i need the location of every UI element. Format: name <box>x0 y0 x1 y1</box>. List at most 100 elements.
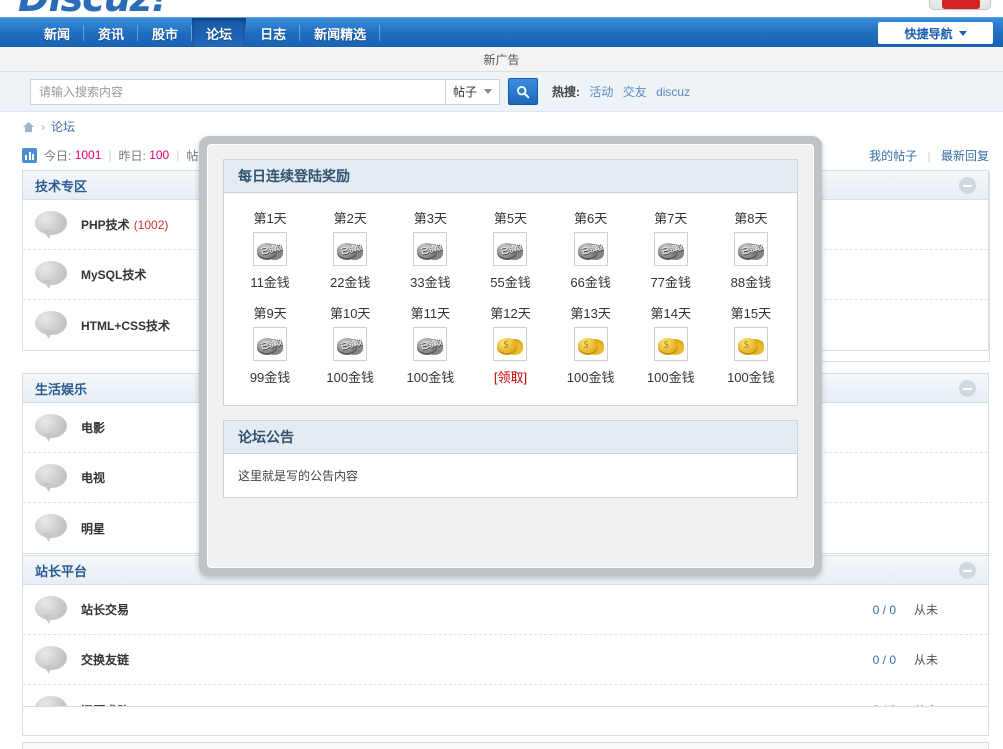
forum-row[interactable]: 站长交易 0 / 0 从未 <box>23 585 988 635</box>
reward-day-cell[interactable]: 第15天 $100金钱 <box>711 298 791 393</box>
gold-coin-icon[interactable]: $ <box>733 327 768 361</box>
nav-item-forum[interactable]: 论坛 <box>192 18 247 48</box>
home-icon[interactable] <box>22 121 35 133</box>
reward-day-label: 第9天 <box>253 306 287 321</box>
breadcrumb-current[interactable]: 论坛 <box>51 118 75 135</box>
reward-day-label: 第3天 <box>413 211 447 226</box>
daily-reward-modal: 每日连续登陆奖励 第1天 已领取 11金钱 第2天 已领取 22金钱 第3天 已领取 33金钱第… <box>199 136 822 576</box>
nav-label: 日志 <box>260 26 287 42</box>
quick-nav-label: 快捷导航 <box>904 26 953 41</box>
nav-item-info[interactable]: 资讯 <box>84 18 139 48</box>
reward-grid-body: 第1天 已领取 11金钱 第2天 已领取 22金钱 第3天 已领取 33金钱 第5天 已领取 55金钱… <box>224 193 797 405</box>
reward-day-label: 第13天 <box>570 306 611 321</box>
forum-avatar-icon <box>35 311 69 339</box>
notice-panel-header: 论坛公告 <box>224 421 797 454</box>
gold-coin-icon[interactable]: $ <box>493 327 528 361</box>
forum-block-title: 技术专区 <box>35 178 88 194</box>
chevron-down-icon <box>484 89 492 94</box>
reward-amount: 100金钱 <box>406 370 455 385</box>
collapse-icon[interactable] <box>959 176 976 194</box>
chevron-down-icon <box>958 30 967 36</box>
reward-day-cell[interactable]: 第11天 已领取 100金钱 <box>390 298 470 393</box>
forum-new-count: (1002) <box>133 218 169 232</box>
stats-yesterday-label: 昨日: <box>118 148 146 163</box>
forum-name[interactable]: 电视 <box>81 469 105 486</box>
reward-day-cell[interactable]: 第5天 已领取 55金钱 <box>470 203 550 298</box>
nav-label: 新闻 <box>44 26 71 42</box>
forum-avatar-icon <box>35 514 69 542</box>
forum-row[interactable]: 交换友链 0 / 0 从未 <box>23 635 988 685</box>
reward-day-cell[interactable]: 第1天 已领取 11金钱 <box>230 203 310 298</box>
notice-panel: 论坛公告 这里就是写的公告内容 <box>223 420 798 498</box>
chart-icon <box>22 147 37 163</box>
search-input[interactable]: 请输入搜索内容 <box>30 78 445 105</box>
claimed-coin-icon: 已领取 <box>413 232 448 266</box>
latest-replies-link[interactable]: 最新回复 <box>941 149 989 163</box>
nav-label: 股市 <box>152 26 179 42</box>
nav-item-stocks[interactable]: 股市 <box>138 18 193 48</box>
reward-day-cell[interactable]: 第14天 $100金钱 <box>631 298 711 393</box>
reward-day-label: 第14天 <box>650 306 691 321</box>
claimed-coin-icon: 已领取 <box>333 232 368 266</box>
gold-coin-icon[interactable]: $ <box>573 327 608 361</box>
forum-last-post: 从未 <box>914 653 939 667</box>
reward-day-cell[interactable]: 第2天 已领取 22金钱 <box>310 203 390 298</box>
reward-day-cell[interactable]: 第6天 已领取 66金钱 <box>551 203 631 298</box>
hot-search-label: 热搜: <box>552 85 580 99</box>
forum-name[interactable]: 站长交易 <box>81 601 129 618</box>
ad-banner-text: 新广告 <box>483 52 520 67</box>
site-logo[interactable]: Discuz! <box>18 0 168 17</box>
reward-day-cell[interactable]: 第13天 $100金钱 <box>551 298 631 393</box>
nav-item-blog[interactable]: 日志 <box>246 18 301 48</box>
claim-link[interactable]: [领取] <box>494 367 527 386</box>
claimed-coin-icon: 已领取 <box>573 232 608 266</box>
forum-avatar-icon <box>35 463 69 492</box>
reward-day-cell[interactable]: 第10天 已领取 100金钱 <box>310 298 390 393</box>
hot-search-item-0[interactable]: 活动 <box>589 85 613 99</box>
reward-day-label: 第12天 <box>490 306 531 321</box>
reward-day-label: 第1天 <box>253 211 287 226</box>
forum-name[interactable]: MySQL技术 <box>81 266 146 283</box>
reward-day-label: 第5天 <box>493 211 528 226</box>
forum-avatar-icon <box>35 645 69 674</box>
collapse-icon[interactable] <box>959 561 976 579</box>
reward-day-cell[interactable]: 第12天 $ [领取] <box>470 298 550 393</box>
forum-name-text: MySQL技术 <box>81 268 147 282</box>
reward-day-cell[interactable]: 第8天 已领取 88金钱 <box>711 203 791 298</box>
nav-item-news[interactable]: 新闻 <box>30 18 85 48</box>
forum-name[interactable]: PHP技术 (1002) <box>81 216 168 233</box>
quick-nav-button[interactable]: 快捷导航 <box>878 22 993 44</box>
claimed-coin-icon: 已领取 <box>253 327 288 361</box>
search-icon <box>517 85 530 98</box>
forum-name[interactable]: 交换友链 <box>81 651 129 668</box>
claimed-coin-icon: 已领取 <box>733 232 768 266</box>
reward-day-cell[interactable]: 第7天 已领取 77金钱 <box>631 203 711 298</box>
notice-panel-content: 这里就是写的公告内容 <box>238 469 359 483</box>
forum-avatar-icon <box>35 413 69 442</box>
hot-search-item-2[interactable]: discuz <box>656 85 690 99</box>
forum-name[interactable]: HTML+CSS技术 <box>81 317 170 334</box>
reward-day-label: 第7天 <box>654 211 688 226</box>
breadcrumb: › 论坛 <box>22 118 75 135</box>
my-posts-link[interactable]: 我的帖子 <box>869 149 917 163</box>
forum-name[interactable]: 明星 <box>81 520 105 537</box>
reward-amount: 100金钱 <box>727 370 775 385</box>
hot-search-item-1[interactable]: 交友 <box>623 85 647 99</box>
forum-name-text: 电视 <box>81 471 106 485</box>
forum-name[interactable]: 电影 <box>81 419 105 436</box>
forum-block-title: 生活娱乐 <box>35 381 88 397</box>
nav-label: 资讯 <box>98 26 125 42</box>
forum-name-text: HTML+CSS技术 <box>81 318 171 333</box>
reward-day-cell[interactable]: 第9天 已领取 99金钱 <box>230 298 310 393</box>
reward-amount: 33金钱 <box>410 275 451 290</box>
search-type-select[interactable]: 帖子 <box>445 78 500 105</box>
reward-day-label: 第11天 <box>410 306 451 321</box>
search-button[interactable] <box>508 78 538 105</box>
nav-item-featured-news[interactable]: 新闻精选 <box>300 18 381 48</box>
gold-coin-icon[interactable]: $ <box>653 327 688 361</box>
notice-panel-title: 论坛公告 <box>238 429 294 445</box>
claimed-coin-icon: 已领取 <box>493 232 528 266</box>
nav-label: 新闻精选 <box>314 26 367 42</box>
collapse-icon[interactable] <box>959 379 976 397</box>
reward-day-cell[interactable]: 第3天已领取 33金钱 <box>390 203 470 298</box>
